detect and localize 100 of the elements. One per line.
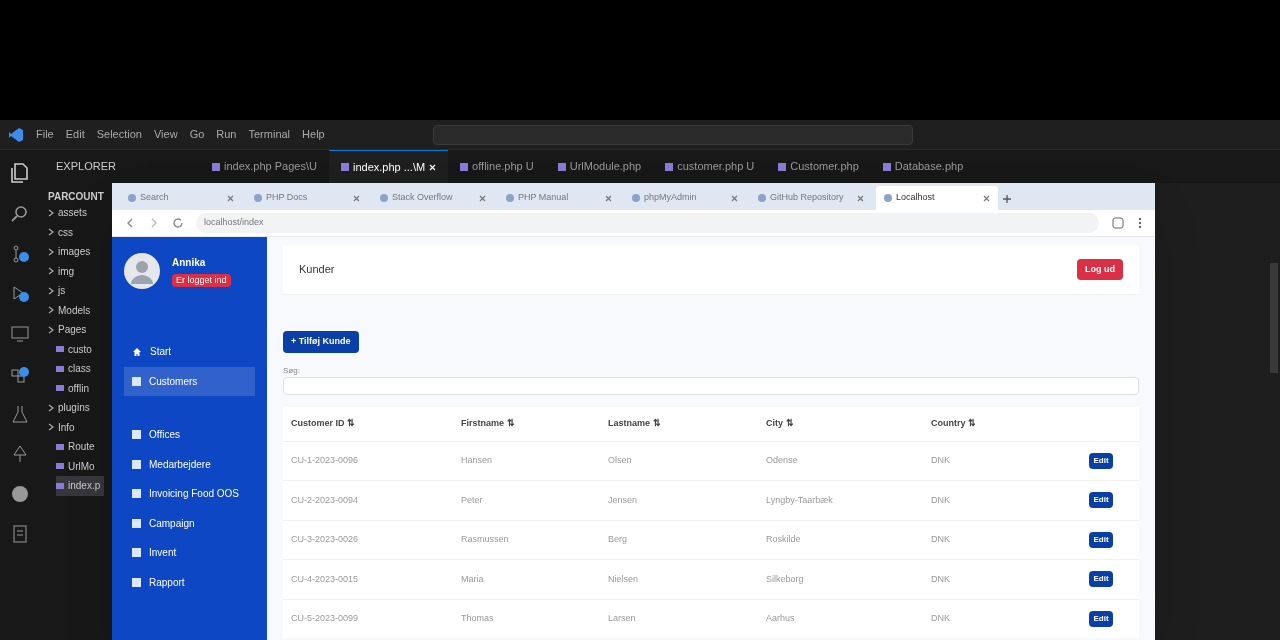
column-header[interactable]: Firstname ⇅ — [461, 416, 608, 431]
tree-icon[interactable] — [10, 444, 30, 464]
document-icon[interactable] — [10, 524, 30, 544]
search-field[interactable] — [283, 376, 1139, 395]
nav-item[interactable]: Invoicing Food OOS — [124, 479, 255, 509]
table-cell-text: CU-1-2023-0096 — [291, 454, 360, 467]
square-icon — [132, 459, 141, 469]
php-file-icon — [56, 482, 64, 489]
nav-item[interactable]: Invent — [124, 538, 255, 568]
editor-tab[interactable]: Database.php — [870, 150, 976, 183]
explorer-title: EXPLORER — [56, 159, 116, 175]
extensions-icon[interactable] — [10, 364, 30, 384]
editor-tab[interactable]: index.php ...\M — [328, 150, 449, 183]
browser-tab[interactable]: Stack Overflow — [372, 186, 494, 210]
files-icon[interactable] — [9, 162, 31, 184]
browser-tab[interactable]: Search — [120, 186, 242, 210]
explorer-item[interactable]: plugins — [48, 398, 94, 418]
table-cell-text: Nielsen — [608, 572, 639, 586]
nav-item[interactable]: Customers — [124, 366, 255, 396]
chevron-icon — [48, 208, 54, 217]
menu-item[interactable]: Edit — [65, 126, 85, 143]
column-header[interactable]: Customer ID ⇅ — [291, 416, 461, 431]
explorer-item[interactable]: UrlMo — [56, 456, 99, 476]
menu-icon[interactable] — [1137, 216, 1143, 230]
table-cell-text: Odense — [766, 454, 799, 467]
add-button[interactable]: + Tilføj Kunde — [283, 331, 359, 353]
browser-tab[interactable]: Localhost — [876, 186, 998, 210]
menu-item[interactable]: Selection — [96, 126, 142, 143]
square-icon — [132, 489, 141, 499]
chevron-icon — [48, 423, 54, 432]
nav-item[interactable]: Campaign — [124, 508, 255, 538]
editor-tab[interactable]: index.php Pages\U — [200, 150, 329, 183]
menu-item[interactable]: File — [36, 126, 54, 143]
explorer-item[interactable]: index.p — [56, 476, 105, 496]
explorer-item[interactable]: img — [48, 261, 79, 281]
scrollbar-thumb[interactable] — [1270, 263, 1278, 373]
extensions-icon[interactable] — [1111, 216, 1125, 230]
php-file-icon — [557, 162, 566, 171]
editor-tab[interactable]: UrlModule.php — [545, 150, 654, 183]
nav-item[interactable]: Start — [124, 337, 255, 367]
explorer-item[interactable]: Route — [56, 437, 99, 457]
search-label: Søg: — [283, 364, 301, 377]
favicon-icon — [506, 194, 514, 202]
column-header[interactable]: Country ⇅ — [931, 416, 1071, 431]
explorer-item[interactable]: offlin — [56, 378, 93, 398]
run-debug-icon[interactable] — [10, 284, 30, 304]
edit-button[interactable]: Edit — [1089, 531, 1113, 548]
editor-tab[interactable]: Customer.php — [766, 150, 871, 183]
menu-item[interactable]: Run — [216, 126, 237, 143]
browser-tab[interactable]: PHP Manual — [498, 186, 620, 210]
chevron-icon — [48, 306, 54, 315]
folder-root[interactable]: PARCOUNT — [48, 191, 104, 202]
source-control-icon[interactable] — [10, 244, 30, 264]
php-file-icon — [56, 346, 64, 353]
editor-tab[interactable]: offline.php U — [448, 150, 546, 183]
explorer-item[interactable]: images — [48, 242, 95, 262]
browser-tab[interactable]: PHP Docs — [246, 186, 368, 210]
table-cell-text: Jensen — [608, 493, 639, 507]
edit-button[interactable]: Edit — [1089, 452, 1113, 469]
menu-item[interactable]: Terminal — [248, 126, 291, 143]
explorer-item[interactable]: class — [56, 359, 95, 379]
nav-item[interactable]: Rapport — [124, 567, 255, 597]
square-icon — [132, 577, 141, 587]
table-cell-text: Silkeborg — [766, 572, 805, 586]
menu-item[interactable]: Go — [189, 126, 205, 143]
browser-tab[interactable]: phpMyAdmin — [624, 186, 746, 210]
explorer-item[interactable]: Info — [48, 417, 79, 437]
edit-button[interactable]: Edit — [1089, 571, 1113, 588]
explorer-item[interactable]: assets — [48, 203, 91, 223]
php-file-icon — [882, 162, 891, 171]
table-cell-text: CU-5-2023-0099 — [291, 612, 360, 625]
edit-button[interactable]: Edit — [1089, 610, 1113, 627]
menu-item[interactable]: Help — [302, 126, 325, 143]
explorer-item[interactable]: js — [48, 281, 70, 301]
logout-button[interactable]: Log ud — [1077, 258, 1123, 281]
browser-tab[interactable]: GitHub Repository — [750, 186, 872, 210]
address-bar[interactable]: localhost/index — [196, 213, 1099, 233]
nav-item[interactable]: Offices — [124, 420, 255, 450]
explorer-item[interactable]: css — [48, 222, 77, 242]
table-cell-text: Roskilde — [766, 533, 802, 546]
table-cell-text: Peter — [461, 493, 484, 507]
column-header[interactable]: Lastname ⇅ — [608, 416, 766, 431]
php-file-icon — [56, 443, 64, 450]
column-header[interactable]: City ⇅ — [766, 416, 931, 431]
flask-icon[interactable] — [10, 404, 30, 424]
editor-tab[interactable]: customer.php U — [653, 150, 767, 183]
explorer-item[interactable]: Models — [48, 300, 95, 320]
remote-icon[interactable] — [10, 324, 30, 344]
menu-item[interactable]: View — [153, 126, 178, 143]
reload-icon[interactable] — [172, 217, 184, 229]
favicon-icon — [884, 194, 892, 202]
new-tab-icon[interactable] — [1002, 194, 1012, 204]
search-icon[interactable] — [10, 204, 30, 224]
favicon-icon — [758, 194, 766, 202]
nav-item[interactable]: Medarbejdere — [124, 449, 255, 479]
explorer-item[interactable]: Pages — [48, 320, 91, 340]
table-cell-text: DNK — [931, 572, 951, 586]
edit-button[interactable]: Edit — [1089, 492, 1113, 509]
table-cell-text: CU-3-2023-0026 — [291, 533, 360, 546]
explorer-item[interactable]: custo — [56, 339, 96, 359]
